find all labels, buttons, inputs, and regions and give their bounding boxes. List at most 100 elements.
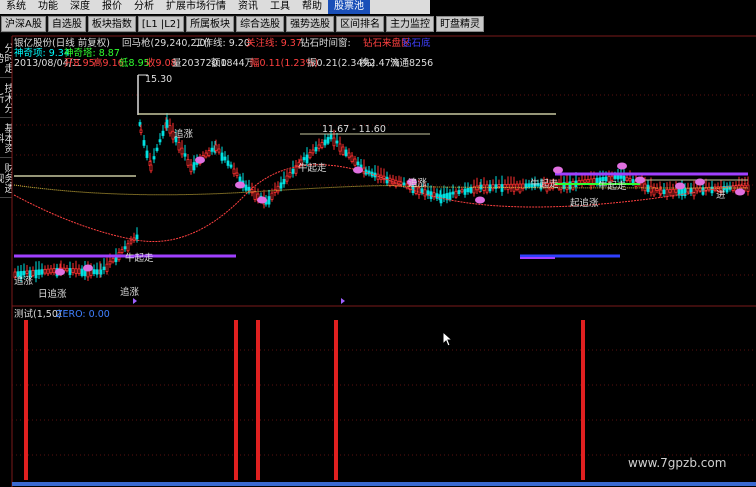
signal-blob <box>83 264 93 272</box>
candle-body <box>454 190 458 198</box>
high-price-label: 15.30 <box>145 74 173 85</box>
signal-blob <box>735 188 745 196</box>
candle-body <box>332 137 336 147</box>
candle-body <box>353 158 357 166</box>
candle-body <box>659 189 663 195</box>
candle-body <box>506 183 510 191</box>
candle-body <box>674 188 678 193</box>
chart-canvas[interactable] <box>0 0 756 487</box>
ma-mid-line <box>13 184 749 196</box>
candle-body <box>105 263 109 272</box>
candle-body <box>46 268 50 275</box>
candle-body <box>226 160 230 166</box>
attention-line-label: 关注线: 9.37 <box>246 38 302 49</box>
candle-body <box>466 187 470 193</box>
range-label: 11.67 - 11.60 <box>322 124 386 135</box>
candle-body <box>129 240 133 244</box>
candle-body <box>652 186 656 196</box>
candle-body <box>155 147 159 151</box>
signal-blob <box>55 268 65 276</box>
candle-body <box>314 147 318 152</box>
signal-label-2: 牛起走 <box>298 163 327 174</box>
candle-body <box>665 189 669 197</box>
diamond-tag-2: 钻石底 <box>402 38 431 49</box>
time-marker-2 <box>341 298 345 304</box>
candle-body <box>214 144 218 151</box>
signal-label-4: 牛起走 <box>125 253 154 264</box>
signal-blob <box>675 182 685 190</box>
candle-body <box>628 177 632 182</box>
candle-body <box>65 267 69 272</box>
candle-body <box>291 168 295 174</box>
candle-body <box>469 187 473 193</box>
candle-body <box>329 134 333 140</box>
candle-body <box>320 142 324 148</box>
candle-body <box>135 234 139 240</box>
candle-body <box>253 191 257 200</box>
candle-body <box>126 243 130 252</box>
candle-body <box>344 149 348 157</box>
candle-body <box>99 269 103 275</box>
candle-body <box>276 185 280 193</box>
candle-body <box>217 148 221 153</box>
signal-bar <box>581 320 585 480</box>
candle-body <box>111 257 115 263</box>
signal-bar <box>256 320 260 480</box>
candle-body <box>475 185 479 191</box>
candle-body <box>152 156 156 160</box>
candle-body <box>25 270 29 274</box>
candle-body <box>40 269 44 275</box>
candle-body <box>356 161 360 166</box>
candle-body <box>235 172 239 177</box>
candle-body <box>186 158 190 166</box>
candle-body <box>668 189 672 193</box>
bar-amount: 额1844万 <box>211 58 255 69</box>
candle-body <box>204 152 208 158</box>
candle-body <box>302 157 306 161</box>
lower-panel-zero: ZERO: 0.00 <box>56 309 110 320</box>
candle-body <box>423 189 427 197</box>
candle-body <box>232 168 236 175</box>
candle-body <box>247 186 251 192</box>
candle-body <box>622 175 626 181</box>
candle-body <box>448 192 452 201</box>
candle-body <box>439 194 443 204</box>
work-line-label: 工作线: 9.20 <box>194 38 250 49</box>
candle-body <box>613 175 617 179</box>
candle-body <box>52 268 56 274</box>
signal-blob <box>617 162 627 170</box>
candle-body <box>108 260 112 265</box>
signal-blob <box>353 166 363 174</box>
signal-bar <box>24 320 28 480</box>
candle-body <box>123 246 127 250</box>
signal-blob <box>195 156 205 164</box>
candle-body <box>326 137 330 144</box>
candle-body <box>161 130 165 136</box>
signal-label-8: 追涨 <box>14 276 34 287</box>
candle-body <box>640 182 644 188</box>
candle-body <box>158 139 162 143</box>
candle-body <box>305 154 309 164</box>
candle-body <box>207 150 211 157</box>
bar-circulation: 流通8256 <box>390 58 434 69</box>
candle-body <box>460 189 464 193</box>
candle-body <box>655 188 659 192</box>
candle-body <box>165 119 169 128</box>
candle-body <box>80 268 84 276</box>
candle-body <box>95 269 99 275</box>
signal-label-6: 牛起走 <box>598 181 627 192</box>
candle-body <box>71 268 75 273</box>
signal-blob <box>475 196 485 204</box>
candle-body <box>683 188 687 196</box>
candle-body <box>37 269 41 275</box>
candle-body <box>220 152 224 161</box>
candle-body <box>743 184 747 188</box>
candle-body <box>183 153 187 157</box>
candle-body <box>285 175 289 182</box>
signal-blob <box>257 196 267 204</box>
candle-body <box>497 184 501 187</box>
signal-label-5: 牛起走 <box>530 179 559 190</box>
candle-body <box>229 164 233 168</box>
candle-body <box>31 270 35 276</box>
candle-body <box>399 181 403 185</box>
